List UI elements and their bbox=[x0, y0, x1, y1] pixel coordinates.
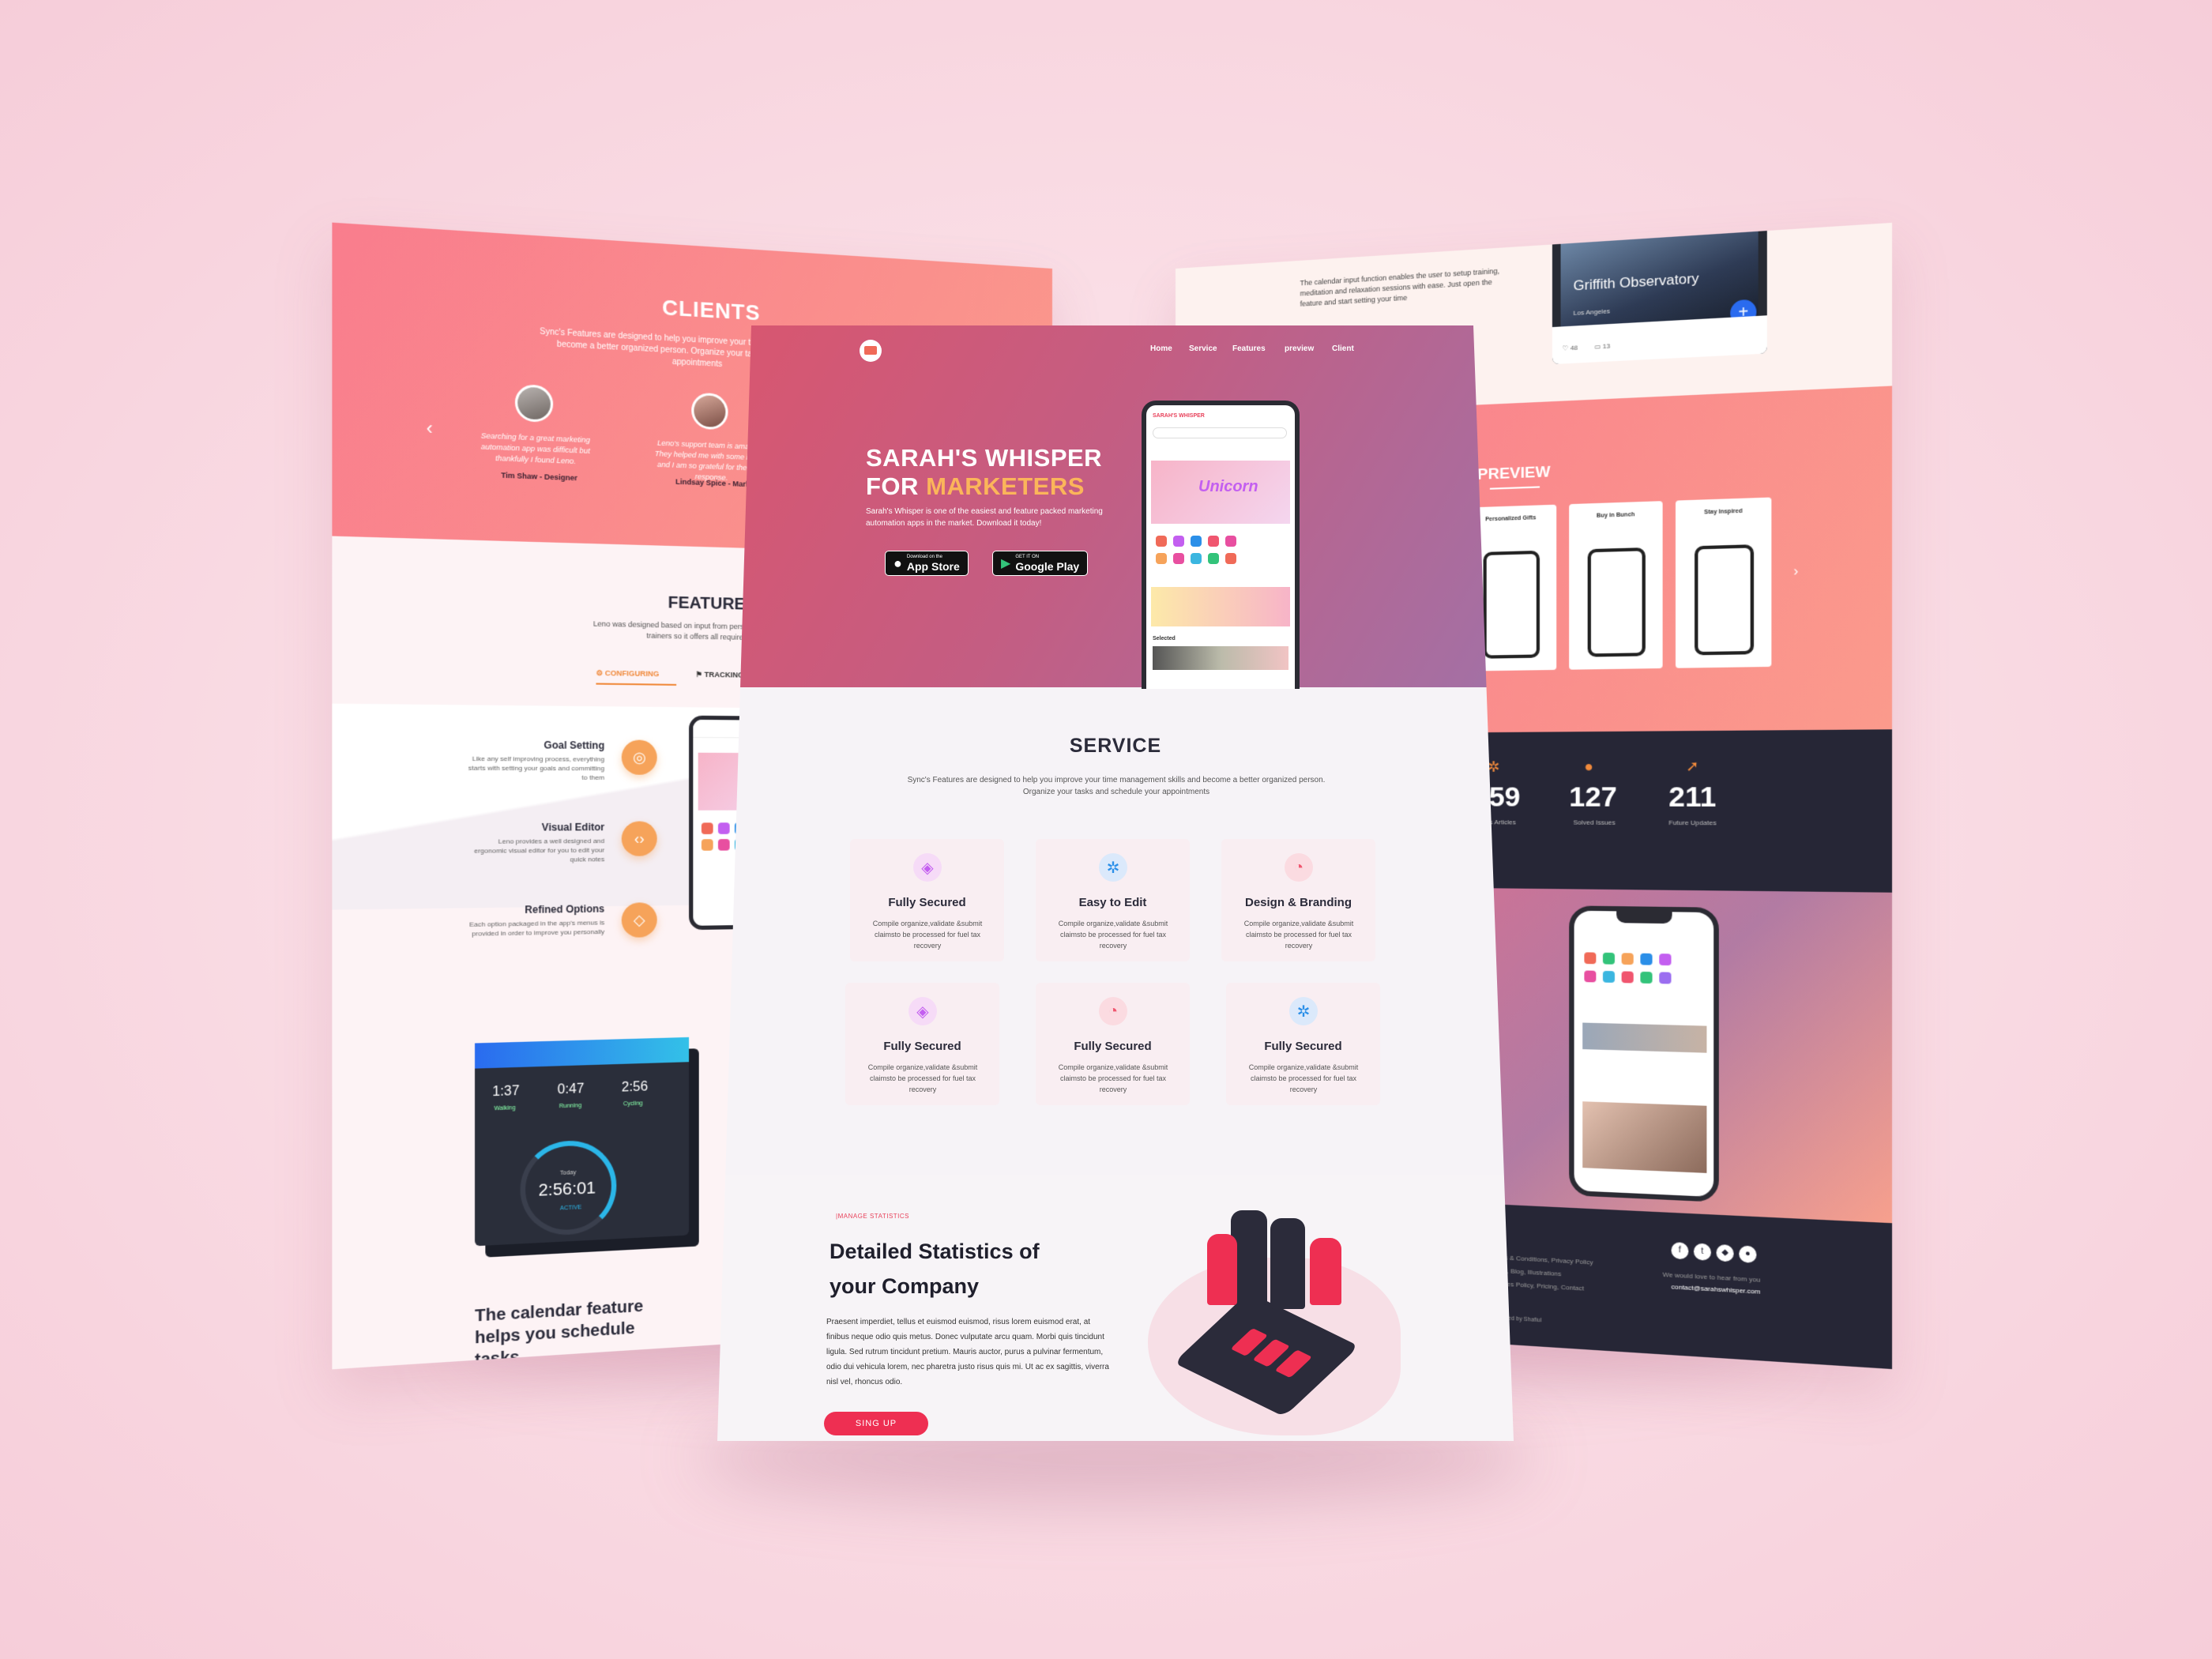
gear-icon: ✲ bbox=[1289, 997, 1318, 1025]
tracker-stat: 1:37 bbox=[492, 1084, 520, 1100]
tracker-active: ACTIVE bbox=[559, 1204, 582, 1212]
phone-promo bbox=[1151, 587, 1290, 626]
stat-label: Future Updates bbox=[1668, 818, 1717, 827]
illustration-person bbox=[1310, 1238, 1341, 1305]
post-image bbox=[1582, 1101, 1707, 1173]
chevron-right-icon[interactable]: › bbox=[1793, 564, 1798, 580]
diamond-icon: ◇ bbox=[621, 902, 657, 938]
nav-client[interactable]: Client bbox=[1332, 344, 1354, 353]
preview-title: PREVIEW bbox=[1477, 463, 1551, 484]
pie-icon: ◔ bbox=[1285, 853, 1313, 882]
phone-mockup bbox=[1587, 547, 1646, 657]
illustration-person bbox=[1270, 1218, 1305, 1309]
preview-card: Buy in Bunch bbox=[1569, 501, 1663, 670]
service-card[interactable]: ◔ Fully Secured Compile organize,validat… bbox=[1036, 983, 1190, 1105]
brand-logo[interactable] bbox=[860, 340, 882, 362]
feature-text: Like any self improving process, everyth… bbox=[468, 754, 605, 782]
manage-statistics-label: |MANAGE STATISTICS bbox=[836, 1213, 910, 1220]
app-store-button[interactable]: ● Download on the App Store bbox=[885, 551, 969, 576]
tracker-label: Running bbox=[559, 1102, 582, 1110]
rocket-icon: ➚ bbox=[1686, 758, 1699, 775]
apple-icon[interactable]: ● bbox=[1739, 1245, 1757, 1263]
hero-title: SARAH'S WHISPER FOR MARKETERS bbox=[866, 444, 1103, 500]
nav-service[interactable]: Service bbox=[1189, 344, 1217, 353]
feature-title: Goal Setting bbox=[544, 739, 605, 752]
twitter-icon[interactable]: t bbox=[1693, 1243, 1711, 1261]
phone-mockup bbox=[1483, 550, 1540, 659]
location-card: Griffith Observatory Los Angeles + ♡ 48 … bbox=[1552, 231, 1767, 365]
feature-title: Refined Options bbox=[525, 902, 605, 916]
hero-text: Sarah's Whisper is one of the easiest an… bbox=[866, 507, 1103, 528]
facebook-icon[interactable]: f bbox=[1671, 1242, 1689, 1260]
gear-icon: ✲ bbox=[1099, 853, 1127, 882]
avatar bbox=[514, 384, 554, 423]
tracker-label: Cycling bbox=[623, 1100, 643, 1108]
nav-features[interactable]: Features bbox=[1232, 344, 1266, 353]
tracker-time: 2:56:01 bbox=[538, 1179, 596, 1201]
phone-mockup: SARAH'S WHISPER Unicorn Selected bbox=[1142, 401, 1300, 689]
activity-tracker-card: 1:37 0:47 2:56 Walking Running Cycling T… bbox=[475, 1036, 690, 1247]
service-card[interactable]: ◈ Fully Secured Compile organize,validat… bbox=[845, 983, 999, 1105]
phone-notch bbox=[1616, 911, 1672, 924]
tab-tracking[interactable]: ⚑ TRACKING bbox=[696, 670, 744, 679]
dribbble-icon[interactable]: ◆ bbox=[1716, 1243, 1734, 1262]
signup-button[interactable]: SING UP bbox=[824, 1412, 928, 1435]
preview-card: Stay Inspired bbox=[1675, 497, 1772, 668]
hero-section: Home Service Features preview Client SAR… bbox=[717, 325, 1514, 689]
feature-text: Leno provides a well designed and ergono… bbox=[474, 837, 605, 863]
feature-title: Visual Editor bbox=[541, 821, 605, 833]
phone-mockup bbox=[1695, 544, 1755, 656]
iphone-mockup bbox=[1569, 905, 1719, 1202]
service-card[interactable]: ◈ Fully Secured Compile organize,validat… bbox=[850, 839, 1004, 961]
phone-app-name: SARAH'S WHISPER bbox=[1153, 413, 1205, 419]
service-text: Sync's Features are designed to help you… bbox=[907, 776, 1326, 796]
layers-icon: ◈ bbox=[913, 853, 942, 882]
phone-search bbox=[1153, 427, 1287, 438]
play-icon: ▶ bbox=[1001, 557, 1011, 570]
testimonial-quote: Searching for a great marketing automati… bbox=[480, 431, 590, 466]
likes-count: ♡ 48 bbox=[1562, 344, 1578, 352]
tab-label: CONFIGURING bbox=[604, 668, 660, 679]
testimonial-name: Tim Shaw - Designer bbox=[501, 471, 578, 483]
compass-icon: ◎ bbox=[621, 739, 657, 775]
stat-number: 211 bbox=[1668, 781, 1717, 814]
tracker-stat: 2:56 bbox=[621, 1079, 649, 1095]
clients-title: CLIENTS bbox=[662, 295, 761, 325]
tracker-stat: 0:47 bbox=[557, 1082, 585, 1097]
avatar bbox=[691, 392, 728, 431]
tracker-topbar bbox=[475, 1036, 690, 1069]
phone-thumbnails bbox=[1153, 646, 1288, 670]
active-tab-underline bbox=[596, 683, 677, 686]
service-card[interactable]: ✲ Fully Secured Compile organize,validat… bbox=[1226, 983, 1380, 1105]
category-grid bbox=[1156, 536, 1236, 564]
tab-label: TRACKING bbox=[704, 670, 744, 679]
statistics-text: Praesent imperdiet, tellus et euismod eu… bbox=[826, 1318, 1109, 1386]
google-play-button[interactable]: ▶ GET IT ON Google Play bbox=[992, 551, 1089, 576]
chevron-left-icon[interactable]: ‹ bbox=[427, 417, 433, 439]
service-title: SERVICE bbox=[1069, 735, 1162, 757]
feature-text: Each option packaged in the app's menus … bbox=[469, 919, 605, 938]
topic-images bbox=[1582, 1022, 1707, 1053]
phone-banner: Unicorn bbox=[1151, 461, 1290, 524]
code-icon: ‹› bbox=[621, 821, 657, 856]
nav-preview[interactable]: preview bbox=[1285, 344, 1314, 353]
tracker-today: Today bbox=[559, 1169, 577, 1177]
stat-number: 127 bbox=[1569, 781, 1617, 814]
layers-icon: ◈ bbox=[908, 997, 937, 1025]
stat-label: Solved Issues bbox=[1573, 818, 1616, 826]
comments-count: ▭ 13 bbox=[1594, 342, 1611, 351]
apple-icon: ● bbox=[893, 555, 902, 571]
center-page-mockup: Home Service Features preview Client SAR… bbox=[717, 325, 1514, 1441]
tracker-label: Walking bbox=[494, 1104, 516, 1112]
chat-icon: ● bbox=[1584, 758, 1594, 775]
service-card[interactable]: ◔ Design & Branding Compile organize,val… bbox=[1221, 839, 1375, 961]
pie-icon: ◔ bbox=[1099, 997, 1127, 1025]
statistics-title: Detailed Statistics of your Company bbox=[830, 1240, 1040, 1298]
phone-selected-label: Selected bbox=[1153, 636, 1176, 641]
category-grid bbox=[1584, 952, 1672, 984]
illustration-person bbox=[1207, 1234, 1237, 1305]
service-card[interactable]: ✲ Easy to Edit Compile organize,validate… bbox=[1036, 839, 1190, 961]
nav-home[interactable]: Home bbox=[1150, 344, 1172, 353]
tab-configuring[interactable]: ⚙ CONFIGURING bbox=[596, 669, 659, 679]
